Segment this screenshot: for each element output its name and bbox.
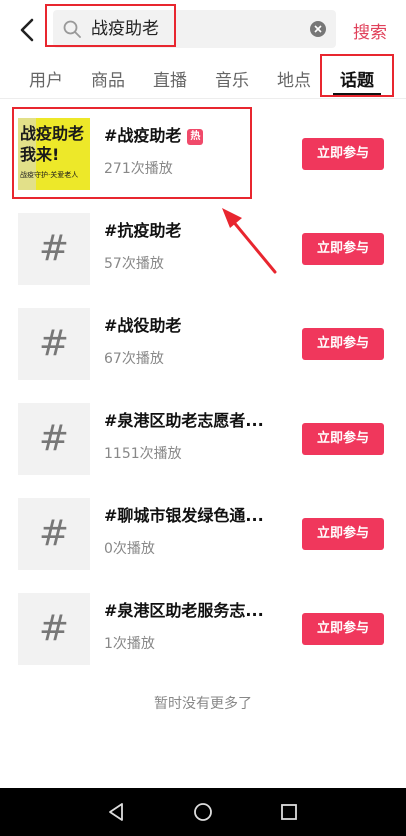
topic-title: #聊城市银发绿色通... bbox=[104, 506, 264, 525]
topic-thumbnail: # bbox=[18, 308, 90, 380]
hot-badge: 热 bbox=[187, 129, 204, 145]
topic-thumbnail: # bbox=[18, 403, 90, 475]
topic-thumbnail: # bbox=[18, 213, 90, 285]
topic-play-count: 67次播放 bbox=[104, 351, 164, 367]
topic-row[interactable]: # #泉港区助老服务志... 1次播放 立即参与 bbox=[0, 593, 406, 688]
join-button[interactable]: 立即参与 bbox=[302, 328, 384, 360]
thumbnail-caption: 战疫守护·关爱老人 bbox=[20, 171, 79, 179]
topic-title: #抗疫助老 bbox=[104, 221, 182, 240]
hashtag-icon: # bbox=[38, 608, 70, 649]
topic-thumbnail: 战疫助老 我来! 战疫守护·关爱老人 bbox=[18, 118, 90, 190]
hashtag-icon: # bbox=[38, 323, 70, 364]
join-button[interactable]: 立即参与 bbox=[302, 138, 384, 170]
tab-products[interactable]: 商品 bbox=[91, 66, 125, 91]
topic-thumbnail: # bbox=[18, 593, 90, 665]
search-query[interactable]: 战疫助老 bbox=[91, 18, 159, 40]
topic-thumbnail: # bbox=[18, 498, 90, 570]
hashtag-icon: # bbox=[38, 228, 70, 269]
topic-row[interactable]: # #抗疫助老 57次播放 立即参与 bbox=[0, 213, 406, 308]
join-button[interactable]: 立即参与 bbox=[302, 423, 384, 455]
clear-icon[interactable] bbox=[310, 21, 326, 37]
nav-back-icon[interactable] bbox=[105, 800, 129, 824]
tab-live[interactable]: 直播 bbox=[153, 66, 187, 91]
hashtag-icon: # bbox=[38, 513, 70, 554]
topic-play-count: 1151次播放 bbox=[104, 446, 182, 462]
thumbnail-text: 战疫助老 bbox=[20, 124, 85, 143]
active-tab-indicator bbox=[333, 93, 381, 95]
topic-title: #战疫助老热 bbox=[104, 122, 204, 146]
topic-title: #泉港区助老服务志... bbox=[104, 601, 264, 620]
hashtag-icon: # bbox=[38, 418, 70, 459]
join-button[interactable]: 立即参与 bbox=[302, 233, 384, 265]
system-nav-bar bbox=[0, 788, 406, 836]
join-button[interactable]: 立即参与 bbox=[302, 518, 384, 550]
tab-users[interactable]: 用户 bbox=[29, 66, 63, 91]
topic-play-count: 271次播放 bbox=[104, 161, 173, 177]
tab-places[interactable]: 地点 bbox=[277, 66, 311, 91]
topic-row[interactable]: 战疫助老 我来! 战疫守护·关爱老人 #战疫助老热 271次播放 立即参与 bbox=[0, 118, 406, 213]
topic-row[interactable]: # #战役助老 67次播放 立即参与 bbox=[0, 308, 406, 403]
topic-play-count: 1次播放 bbox=[104, 636, 155, 652]
tab-topics[interactable]: 话题 bbox=[340, 66, 374, 91]
search-button[interactable]: 搜索 bbox=[353, 18, 387, 43]
topic-play-count: 57次播放 bbox=[104, 256, 164, 272]
search-input[interactable]: 战疫助老 bbox=[53, 10, 336, 48]
join-button[interactable]: 立即参与 bbox=[302, 613, 384, 645]
topic-row[interactable]: # #聊城市银发绿色通... 0次播放 立即参与 bbox=[0, 498, 406, 593]
no-more-text: 暂时没有更多了 bbox=[154, 696, 252, 712]
thumbnail-text: 我来! bbox=[20, 145, 60, 164]
topic-play-count: 0次播放 bbox=[104, 541, 155, 557]
topic-title: #泉港区助老志愿者... bbox=[104, 411, 264, 430]
back-icon[interactable] bbox=[14, 16, 42, 44]
topic-row[interactable]: # #泉港区助老志愿者... 1151次播放 立即参与 bbox=[0, 403, 406, 498]
tab-music[interactable]: 音乐 bbox=[215, 66, 249, 91]
topic-title: #战役助老 bbox=[104, 316, 182, 335]
nav-recents-icon[interactable] bbox=[277, 800, 301, 824]
search-icon bbox=[63, 20, 81, 38]
nav-home-icon[interactable] bbox=[191, 800, 215, 824]
